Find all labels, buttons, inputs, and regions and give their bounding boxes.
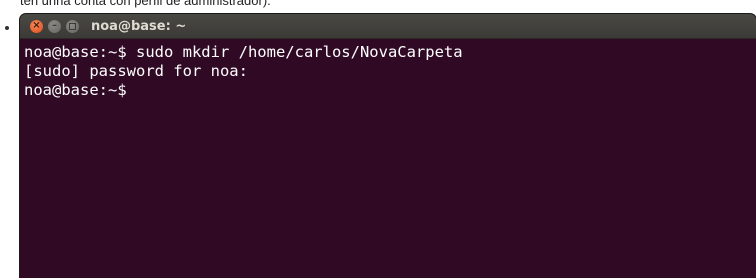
- close-icon[interactable]: ×: [30, 19, 43, 33]
- maximize-square-icon: [69, 22, 76, 30]
- minimize-glyph: –: [52, 20, 57, 31]
- terminal-line: noa@base:~$ sudo mkdir /home/carlos/Nova…: [24, 43, 463, 61]
- close-glyph: ×: [32, 20, 41, 31]
- minimize-icon[interactable]: –: [48, 19, 61, 33]
- window-titlebar[interactable]: × – noa@base: ~: [20, 14, 756, 39]
- terminal-prompt: noa@base:~$: [24, 81, 127, 99]
- terminal-line: [sudo] password for noa:: [24, 62, 248, 80]
- terminal-window: × – noa@base: ~ noa@base:~$ sudo mkdir /…: [20, 14, 756, 278]
- maximize-icon[interactable]: [66, 19, 79, 33]
- terminal-output[interactable]: noa@base:~$ sudo mkdir /home/carlos/Nova…: [20, 39, 756, 100]
- list-bullet: [5, 26, 9, 30]
- document-caption: ten unha conta con perfil de administrad…: [20, 0, 271, 8]
- window-title: noa@base: ~: [91, 18, 187, 34]
